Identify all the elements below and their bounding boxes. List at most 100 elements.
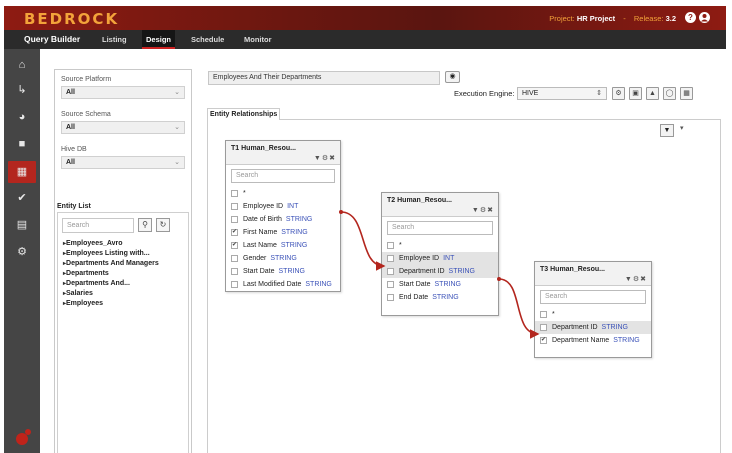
project-info[interactable]: Project: HR Project - Release: 3.2 xyxy=(549,14,676,23)
list-item[interactable]: Salaries xyxy=(63,289,159,299)
gear-icon[interactable]: ⚙ xyxy=(14,245,30,259)
column-name: Employee ID xyxy=(399,255,440,262)
column-type: STRING xyxy=(278,268,305,275)
column-checkbox[interactable] xyxy=(387,255,394,262)
column-checkbox[interactable] xyxy=(231,216,238,223)
table-search-input[interactable]: Search xyxy=(540,290,646,304)
table-search-input[interactable]: Search xyxy=(387,221,493,235)
list-item[interactable]: Employees_Avro xyxy=(63,239,159,249)
column-name: First Name xyxy=(243,229,278,236)
column-checkbox[interactable] xyxy=(387,242,394,249)
source-platform-value: All xyxy=(66,89,75,96)
column-type: STRING xyxy=(448,268,475,275)
table-row[interactable]: Last Modified Date STRING xyxy=(226,278,340,291)
tab-monitor[interactable]: Monitor xyxy=(240,30,276,49)
execution-engine-select[interactable]: HIVE ⇕ xyxy=(517,87,607,100)
table-controls-icon[interactable]: ▼⚙✖ xyxy=(314,154,336,162)
query-name-input[interactable]: Employees And Their Departments xyxy=(208,71,440,85)
column-type: INT xyxy=(443,255,455,262)
table-card-t1[interactable]: T1 Human_Resou... ▼⚙✖ Search * Employee I… xyxy=(225,140,341,292)
table-header[interactable]: T3 Human_Resou... ▼⚙✖ xyxy=(535,262,651,286)
save-icon[interactable]: ▣ xyxy=(629,87,642,100)
grid-icon[interactable]: ▦ xyxy=(8,161,36,183)
column-checkbox[interactable] xyxy=(231,268,238,275)
table-row[interactable]: First NameSTRING xyxy=(226,226,340,239)
table-row[interactable]: Employee ID INT xyxy=(382,252,498,265)
dashboard-icon[interactable]: ◕ xyxy=(14,110,30,124)
list-item[interactable]: Departments And Managers xyxy=(63,259,159,269)
list-item[interactable]: Departments And... xyxy=(63,279,159,289)
chevron-updown-icon: ⇕ xyxy=(596,90,602,97)
lineage-icon[interactable]: ↳ xyxy=(14,83,30,97)
table-row[interactable]: Last NameSTRING xyxy=(226,239,340,252)
column-type: STRING xyxy=(270,255,297,262)
table-row[interactable]: Department ID STRING xyxy=(535,321,651,334)
home-icon[interactable]: ⌂ xyxy=(14,58,30,72)
table-row[interactable]: End Date STRING xyxy=(382,291,498,304)
comment-icon[interactable]: ◉ xyxy=(445,71,460,83)
table-row[interactable]: * xyxy=(226,187,340,200)
table-card-t3[interactable]: T3 Human_Resou... ▼⚙✖ Search * Department… xyxy=(534,261,652,358)
table-header[interactable]: T2 Human_Resou... ▼⚙✖ xyxy=(382,193,498,217)
table-search-input[interactable]: Search xyxy=(231,169,335,183)
chevron-down-icon[interactable]: ▾ xyxy=(680,124,684,132)
list-item[interactable]: Departments xyxy=(63,269,159,279)
tab-listing[interactable]: Listing xyxy=(98,30,131,49)
column-name: Gender xyxy=(243,255,267,262)
table-controls-icon[interactable]: ▼⚙✖ xyxy=(625,275,647,283)
tab-design[interactable]: Design xyxy=(142,30,176,49)
table-controls-icon[interactable]: ▼⚙✖ xyxy=(472,206,494,214)
table-row[interactable]: Employee ID INT xyxy=(226,200,340,213)
table-row[interactable]: Department NameSTRING xyxy=(535,334,651,347)
table-row[interactable]: * xyxy=(535,308,651,321)
list-item[interactable]: Employees xyxy=(63,299,159,309)
nav-bar: Query Builder Listing Design Schedule Mo… xyxy=(4,30,726,49)
check-icon[interactable]: ✔ xyxy=(14,191,30,205)
tab-entity-relationships[interactable]: Entity Relationships xyxy=(207,108,281,120)
column-list: *Department IDSTRINGDepartment NameSTRIN… xyxy=(535,308,651,347)
table-row[interactable]: * xyxy=(382,239,498,252)
table-header[interactable]: T1 Human_Resou... ▼⚙✖ xyxy=(226,141,340,165)
source-schema-select[interactable]: All ⌄ xyxy=(61,121,185,134)
top-bar: BEDROCK Project: HR Project - Release: 3… xyxy=(4,6,726,30)
list-item[interactable]: Employees Listing with... xyxy=(63,249,159,259)
table-row[interactable]: Gender STRING xyxy=(226,252,340,265)
add-table-icon[interactable]: ▼ xyxy=(660,124,674,137)
entity-search-input[interactable]: Search xyxy=(62,218,134,233)
column-type: STRING xyxy=(601,324,628,331)
user-icon[interactable] xyxy=(699,12,710,23)
table-card-t2[interactable]: T2 Human_Resou... ▼⚙✖ Search * Employee I… xyxy=(381,192,499,316)
run-icon[interactable]: ◯ xyxy=(663,87,676,100)
search-icon[interactable]: ⚲ xyxy=(138,218,152,232)
clipboard-icon[interactable]: ▤ xyxy=(14,218,30,232)
column-checkbox[interactable] xyxy=(231,190,238,197)
table-row[interactable]: Start Date STRING xyxy=(226,265,340,278)
refresh-icon[interactable]: ↻ xyxy=(156,218,170,232)
chevron-down-icon: ⌄ xyxy=(174,159,180,166)
folder-icon[interactable]: ■ xyxy=(14,137,30,151)
column-checkbox[interactable] xyxy=(387,294,394,301)
tab-schedule[interactable]: Schedule xyxy=(187,30,228,49)
column-checkbox[interactable] xyxy=(231,203,238,210)
column-checkbox[interactable] xyxy=(387,281,394,288)
column-checkbox[interactable] xyxy=(231,242,238,249)
help-icon[interactable]: ? xyxy=(685,12,696,23)
export-icon[interactable]: ▦ xyxy=(680,87,693,100)
settings-icon[interactable]: ⚙ xyxy=(612,87,625,100)
column-name: * xyxy=(399,242,402,249)
source-platform-select[interactable]: All ⌄ xyxy=(61,86,185,99)
column-checkbox[interactable] xyxy=(231,255,238,262)
column-checkbox[interactable] xyxy=(540,324,547,331)
hive-db-select[interactable]: All ⌄ xyxy=(61,156,185,169)
column-checkbox[interactable] xyxy=(231,281,238,288)
warning-icon[interactable]: ▲ xyxy=(646,87,659,100)
table-row[interactable]: Department ID STRING xyxy=(382,265,498,278)
table-row[interactable]: Start Date STRING xyxy=(382,278,498,291)
er-canvas[interactable]: ▼ ▾ T1 Human_Resou... ▼⚙✖ Search * Employ… xyxy=(207,119,721,453)
column-checkbox[interactable] xyxy=(540,311,547,318)
table-title: T1 Human_Resou... xyxy=(231,145,296,152)
column-checkbox[interactable] xyxy=(231,229,238,236)
column-checkbox[interactable] xyxy=(387,268,394,275)
column-checkbox[interactable] xyxy=(540,337,547,344)
table-row[interactable]: Date of Birth STRING xyxy=(226,213,340,226)
